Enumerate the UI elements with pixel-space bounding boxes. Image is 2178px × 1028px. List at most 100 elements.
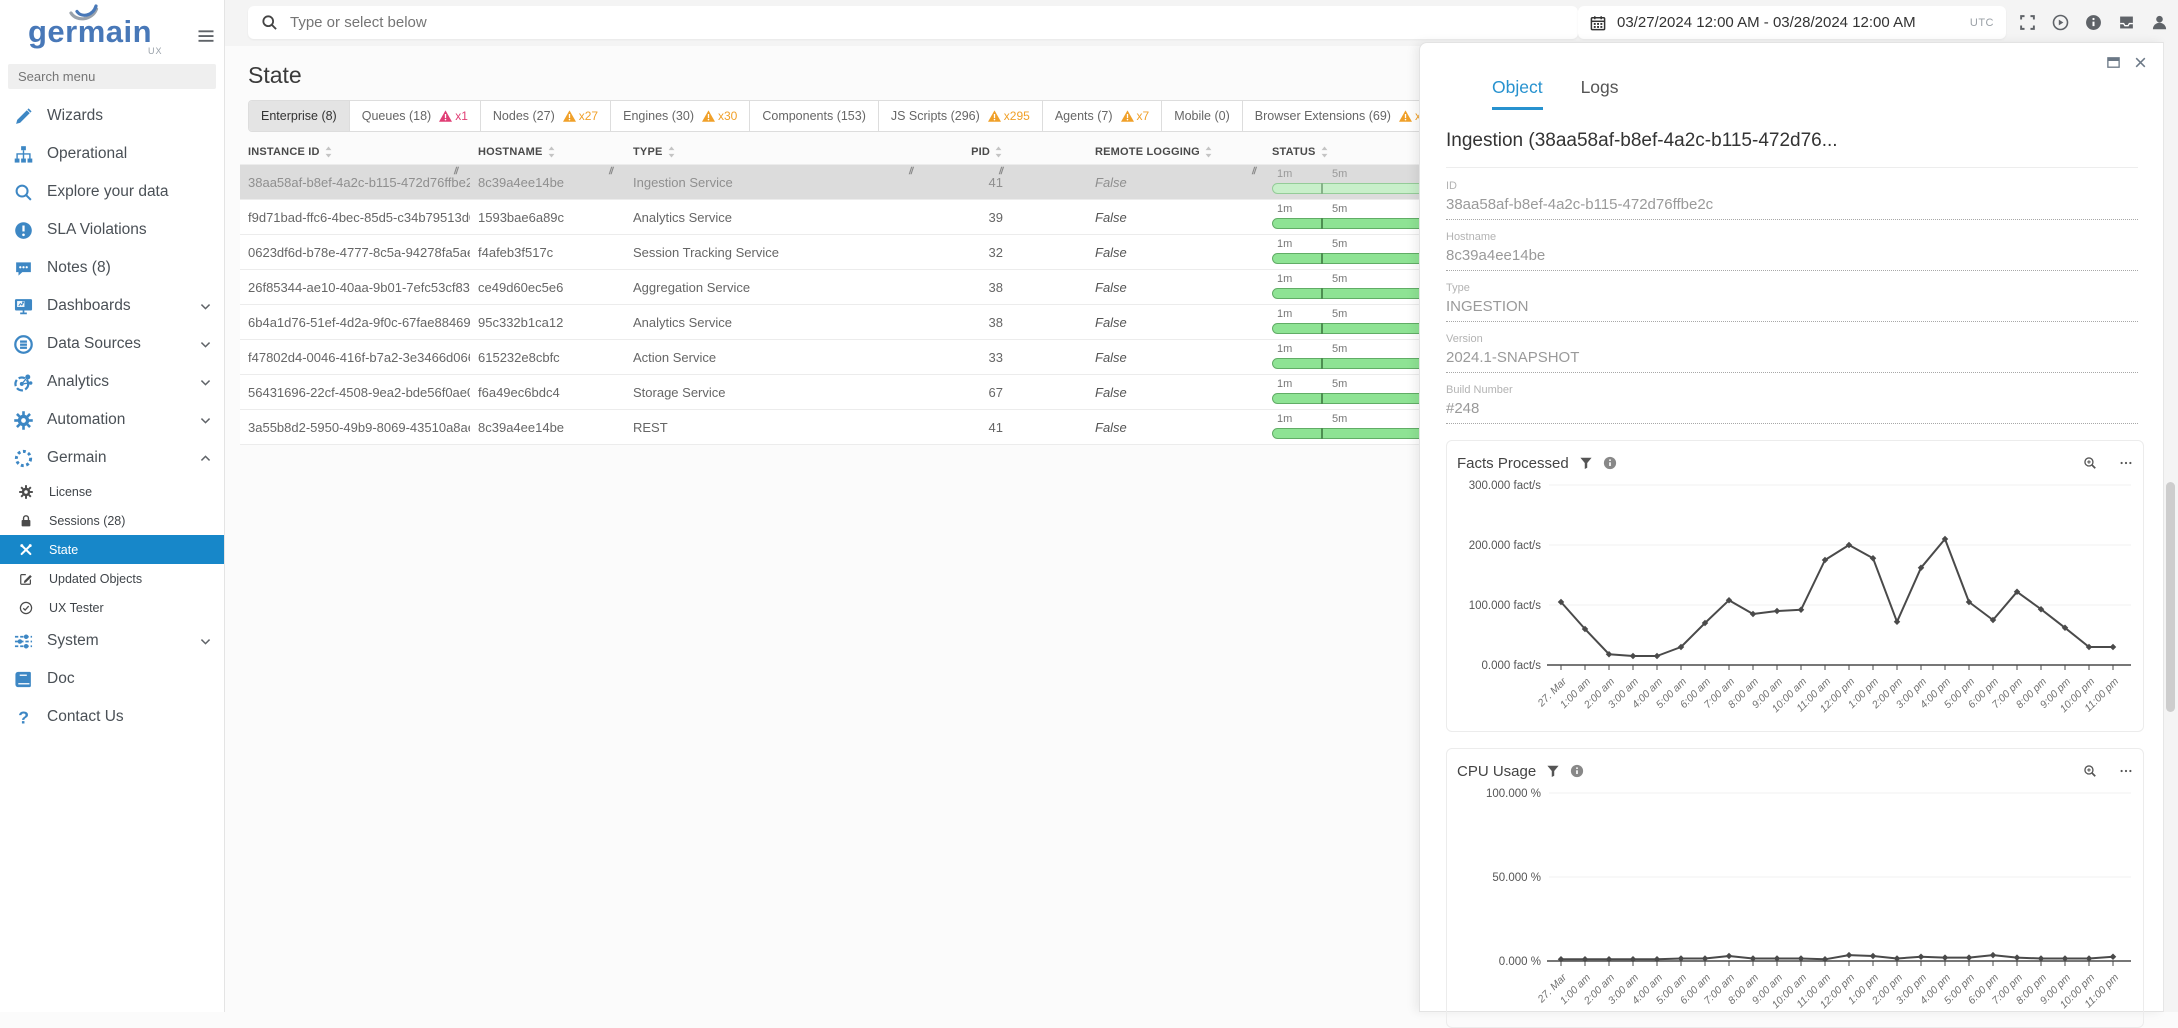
sort-icon[interactable] [994, 146, 1003, 158]
tab-label: Browser Extensions (69) [1255, 109, 1391, 123]
date-range-picker[interactable]: 03/27/2024 12:00 AM - 03/28/2024 12:00 A… [1578, 6, 2006, 39]
question-icon: ? [14, 708, 36, 727]
tab-js-scripts-296[interactable]: JS Scripts (296)x295 [879, 101, 1043, 131]
sort-icon[interactable] [324, 146, 333, 158]
sidebar-item-sessions-28[interactable]: Sessions (28) [0, 506, 224, 535]
sidebar-item-explore-your-data[interactable]: Explore your data [0, 173, 224, 211]
more-options-icon[interactable] [2119, 764, 2133, 778]
cell-pid: 33 [925, 350, 1015, 365]
panel-fields: ID38aa58af-b8ef-4a2c-b115-472d76ffbe2cHo… [1446, 180, 2138, 424]
inbox-icon[interactable] [2118, 14, 2135, 31]
status-bar-divider [1321, 183, 1323, 194]
sidebar-item-dashboards[interactable]: Dashboards [0, 287, 224, 325]
column-header-pid[interactable]: //PID [925, 146, 1015, 158]
tab-enterprise-8[interactable]: Enterprise (8) [249, 101, 350, 131]
warning-triangle-icon [439, 110, 452, 122]
panel-tab-object[interactable]: Object [1492, 77, 1543, 110]
status-bar-divider [1321, 428, 1323, 439]
tab-engines-30[interactable]: Engines (30)x30 [611, 101, 750, 131]
field-label: Type [1446, 282, 2138, 294]
info-icon[interactable] [1570, 764, 1584, 778]
tab-label: Components (153) [762, 109, 866, 123]
close-icon[interactable] [2133, 55, 2148, 70]
global-search-input[interactable] [288, 13, 1578, 32]
alert-count: x1 [455, 109, 468, 123]
column-header-hostname[interactable]: //HOSTNAME [470, 146, 625, 158]
more-options-icon[interactable] [2119, 456, 2133, 470]
sidebar-item-label: SLA Violations [47, 221, 147, 239]
status-bar-divider [1321, 253, 1323, 264]
filter-funnel-icon[interactable] [1579, 456, 1593, 470]
sidebar-item-automation[interactable]: Automation [0, 401, 224, 439]
monitor-icon [14, 297, 36, 316]
sidebar-search-input[interactable] [8, 64, 216, 89]
hamburger-menu-icon[interactable] [196, 26, 216, 46]
info-circle-icon[interactable] [2085, 14, 2102, 31]
sidebar-item-sla-violations[interactable]: SLA Violations [0, 211, 224, 249]
sort-icon[interactable] [1320, 146, 1329, 158]
sidebar-item-label: Sessions (28) [49, 514, 125, 528]
sidebar-item-updated-objects[interactable]: Updated Objects [0, 564, 224, 593]
sidebar-item-analytics[interactable]: Analytics [0, 363, 224, 401]
column-header-instance-id[interactable]: INSTANCE ID [240, 146, 470, 158]
vertical-scrollbar[interactable] [2163, 42, 2178, 1012]
zoom-in-icon[interactable] [2083, 764, 2097, 778]
panel-tab-logs[interactable]: Logs [1581, 77, 1619, 110]
facts-processed-chart[interactable]: 0.000 fact/s100.000 fact/s200.000 fact/s… [1457, 475, 2133, 727]
field-label: Build Number [1446, 384, 2138, 396]
category-tabs: Enterprise (8)Queues (18)x1Nodes (27)x27… [248, 100, 1447, 132]
popout-window-icon[interactable] [2106, 55, 2121, 70]
field-value[interactable]: #248 [1446, 396, 2138, 424]
fullscreen-icon[interactable] [2019, 14, 2036, 31]
sort-icon[interactable] [1204, 146, 1213, 158]
timezone-badge: UTC [1970, 17, 1994, 29]
cell-instance-id: f47802d4-0046-416f-b7a2-3e3466d066b0 [240, 350, 470, 365]
cpu-usage-chart[interactable]: 0.000 %50.000 %100.000 %27. Mar1:00 am2:… [1457, 783, 2133, 1023]
info-icon[interactable] [1603, 456, 1617, 470]
detail-panel: ObjectLogs Ingestion (38aa58af-b8ef-4a2c… [1419, 42, 2164, 1012]
sort-icon[interactable] [667, 146, 676, 158]
column-header-remote-logging[interactable]: //REMOTE LOGGING [1015, 146, 1268, 158]
tab-components-153[interactable]: Components (153) [750, 101, 879, 131]
tab-mobile-0[interactable]: Mobile (0) [1162, 101, 1243, 131]
status-bar-divider [1321, 218, 1323, 229]
cell-remote-logging: False [1015, 350, 1268, 365]
tab-agents-7[interactable]: Agents (7)x7 [1043, 101, 1162, 131]
svg-text:0.000 fact/s: 0.000 fact/s [1482, 660, 1542, 672]
sidebar-item-contact-us[interactable]: ?Contact Us [0, 698, 224, 736]
tab-queues-18[interactable]: Queues (18)x1 [350, 101, 481, 131]
sidebar-item-system[interactable]: System [0, 622, 224, 660]
sidebar-item-label: Data Sources [47, 335, 141, 353]
dashed-circle-icon [14, 449, 36, 468]
global-search [248, 6, 1578, 39]
sidebar-item-state[interactable]: State [0, 535, 224, 564]
svg-text:?: ? [18, 708, 29, 727]
sitemap-icon [14, 145, 36, 164]
sidebar-item-notes-8[interactable]: Notes (8) [0, 249, 224, 287]
zoom-in-icon[interactable] [2083, 456, 2097, 470]
column-header-type[interactable]: //TYPE [625, 146, 925, 158]
sidebar-item-doc[interactable]: Doc [0, 660, 224, 698]
field-value[interactable]: 2024.1-SNAPSHOT [1446, 345, 2138, 373]
field-value[interactable]: 38aa58af-b8ef-4a2c-b115-472d76ffbe2c [1446, 192, 2138, 220]
sidebar-item-label: Analytics [47, 373, 109, 391]
field-id: ID38aa58af-b8ef-4a2c-b115-472d76ffbe2c [1446, 180, 2138, 220]
lock-icon [19, 513, 35, 528]
warning-triangle-icon [1121, 110, 1134, 122]
field-value[interactable]: INGESTION [1446, 294, 2138, 322]
sidebar-item-operational[interactable]: Operational [0, 135, 224, 173]
sidebar-item-license[interactable]: License [0, 477, 224, 506]
sidebar-item-wizards[interactable]: Wizards [0, 97, 224, 135]
play-circle-icon[interactable] [2052, 14, 2069, 31]
tab-browser-extensions-69[interactable]: Browser Extensions (69)x69 [1243, 101, 1447, 131]
sidebar-item-data-sources[interactable]: Data Sources [0, 325, 224, 363]
sidebar-item-ux-tester[interactable]: UX Tester [0, 593, 224, 622]
sidebar-item-germain[interactable]: Germain [0, 439, 224, 477]
tab-nodes-27[interactable]: Nodes (27)x27 [481, 101, 611, 131]
field-value[interactable]: 8c39a4ee14be [1446, 243, 2138, 271]
topbar: 03/27/2024 12:00 AM - 03/28/2024 12:00 A… [224, 0, 2178, 46]
sort-icon[interactable] [547, 146, 556, 158]
filter-funnel-icon[interactable] [1546, 764, 1560, 778]
user-icon[interactable] [2151, 14, 2168, 31]
scrollbar-thumb[interactable] [2166, 482, 2175, 712]
